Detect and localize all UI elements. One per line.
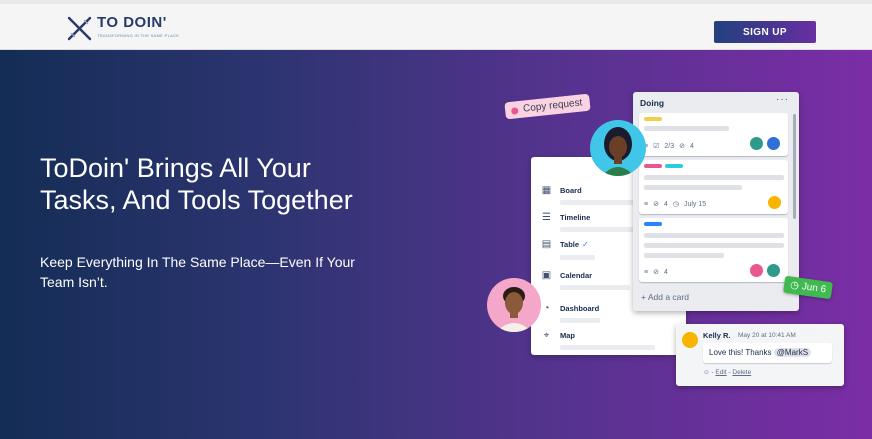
emoji-icon: ☺: [703, 369, 710, 376]
menu-label: Table: [560, 239, 580, 249]
map-pin-icon: ⌖: [543, 329, 550, 341]
placeholder-line: [644, 233, 784, 238]
hero-subline: Keep Everything In The Same Place—Even I…: [40, 254, 355, 290]
hero-section: ToDoin' Brings All Your Tasks, And Tools…: [0, 50, 872, 439]
comment-text: Love this! Thanks @MarkS: [703, 343, 832, 363]
add-card-button[interactable]: + Add a card: [641, 292, 689, 302]
add-card-label: Add a card: [647, 292, 689, 302]
comment-author: Kelly R.: [703, 331, 731, 340]
label-blue: [644, 222, 662, 226]
avatar: [767, 195, 782, 210]
placeholder-line: [560, 345, 655, 350]
attachment-count: 4: [689, 142, 694, 150]
card-meta: ≡ ⊘ 4: [644, 268, 668, 277]
menu-item-table: ▤ Table ✓: [541, 237, 589, 251]
logo[interactable]: TO DOIN' TRANSFORMING IN THE SAME PLACE: [66, 15, 179, 42]
sign-up-button[interactable]: SIGN UP: [714, 21, 816, 43]
placeholder-line: [560, 318, 600, 323]
placeholder-line: [644, 185, 742, 190]
due-date: July 15: [683, 200, 707, 208]
placeholder-line: [644, 175, 784, 180]
label-teal: [665, 164, 683, 168]
comment-body: Love this! Thanks: [709, 348, 772, 357]
label-pink: [644, 164, 662, 168]
checklist-count: 2/3: [664, 142, 675, 150]
menu-item-dashboard: ◔ Dashboard: [541, 301, 599, 315]
label-yellow: [644, 117, 662, 121]
dashboard-icon: ◔: [543, 302, 550, 314]
comment-actions: ☺ - Edit - Delete: [703, 369, 752, 376]
menu-item-calendar: ▣ Calendar: [541, 268, 592, 282]
logo-name: TO DOIN': [97, 14, 167, 31]
placeholder-line: [560, 285, 630, 290]
list-scrollbar: [793, 114, 796, 219]
task-card: ≡ ⊘ 4 ◷ July 15: [639, 160, 788, 214]
avatar: [749, 263, 764, 278]
attachment-count: 4: [663, 200, 668, 208]
person-illustration-icon: [602, 127, 634, 176]
check-icon: ✓: [582, 239, 589, 249]
placeholder-line: [644, 243, 784, 248]
portrait-woman: [590, 120, 646, 176]
copy-request-chip: Copy request: [504, 93, 592, 120]
logo-tagline: TRANSFORMING IN THE SAME PLACE: [97, 33, 180, 38]
clock-icon: ◷: [672, 201, 679, 208]
card-meta: ≡ ☑ 2/3 ⊘ 4: [644, 142, 694, 151]
logo-mark-icon: [67, 16, 92, 41]
person-illustration-icon: [496, 287, 532, 332]
edit-link: Edit: [715, 369, 727, 376]
menu-item-timeline: ☰ Timeline: [541, 210, 590, 224]
board-icon: ▦: [541, 184, 552, 196]
top-navbar: TO DOIN' TRANSFORMING IN THE SAME PLACE …: [0, 0, 872, 50]
menu-label: Board: [560, 185, 582, 195]
attachment-icon: ⊘: [653, 201, 659, 208]
menu-item-board: ▦ Board: [541, 183, 582, 197]
attachment-icon: ⊘: [679, 143, 685, 150]
placeholder-line: [644, 126, 729, 131]
calendar-icon: ▣: [541, 269, 552, 281]
task-card: ≡ ☑ 2/3 ⊘ 4: [639, 113, 788, 156]
avatar: [766, 136, 781, 151]
attachment-icon: ⊘: [653, 269, 659, 276]
description-icon: ≡: [644, 200, 649, 208]
avatar: [682, 332, 698, 348]
placeholder-line: [560, 255, 595, 260]
menu-label: Dashboard: [560, 303, 600, 313]
menu-label: Calendar: [560, 270, 593, 280]
portrait-man: [487, 278, 541, 332]
delete-link: Delete: [732, 369, 752, 376]
checklist-icon: ☑: [653, 143, 660, 150]
more-options-icon: ···: [776, 94, 789, 105]
list-title: Doing: [640, 98, 665, 108]
hero-headline: ToDoin' Brings All Your Tasks, And Tools…: [40, 153, 353, 215]
avatar: [749, 136, 764, 151]
card-meta: ≡ ⊘ 4 ◷ July 15: [644, 200, 707, 209]
menu-item-map: ⌖ Map: [541, 328, 575, 342]
comment-card: Kelly R. May 20 at 10:41 AM Love this! T…: [676, 324, 844, 386]
comment-time: May 20 at 10:41 AM: [738, 332, 796, 339]
clock-icon: ◷: [789, 279, 800, 292]
attachment-count: 4: [663, 268, 668, 276]
mention-chip: @MarkS: [773, 348, 812, 357]
placeholder-line: [644, 253, 724, 258]
menu-label: Timeline: [560, 212, 591, 222]
avatar: [766, 263, 781, 278]
doing-list: Doing ··· ≡ ☑ 2/3 ⊘ 4 ≡ ⊘ 4 ◷ July 15 ≡ …: [633, 92, 799, 311]
menu-label: Map: [560, 330, 575, 340]
table-icon: ▤: [541, 238, 552, 250]
timeline-icon: ☰: [542, 211, 551, 223]
description-icon: ≡: [644, 268, 649, 276]
task-card: ≡ ⊘ 4: [639, 218, 788, 282]
due-date-label: Jun 6: [801, 281, 827, 296]
